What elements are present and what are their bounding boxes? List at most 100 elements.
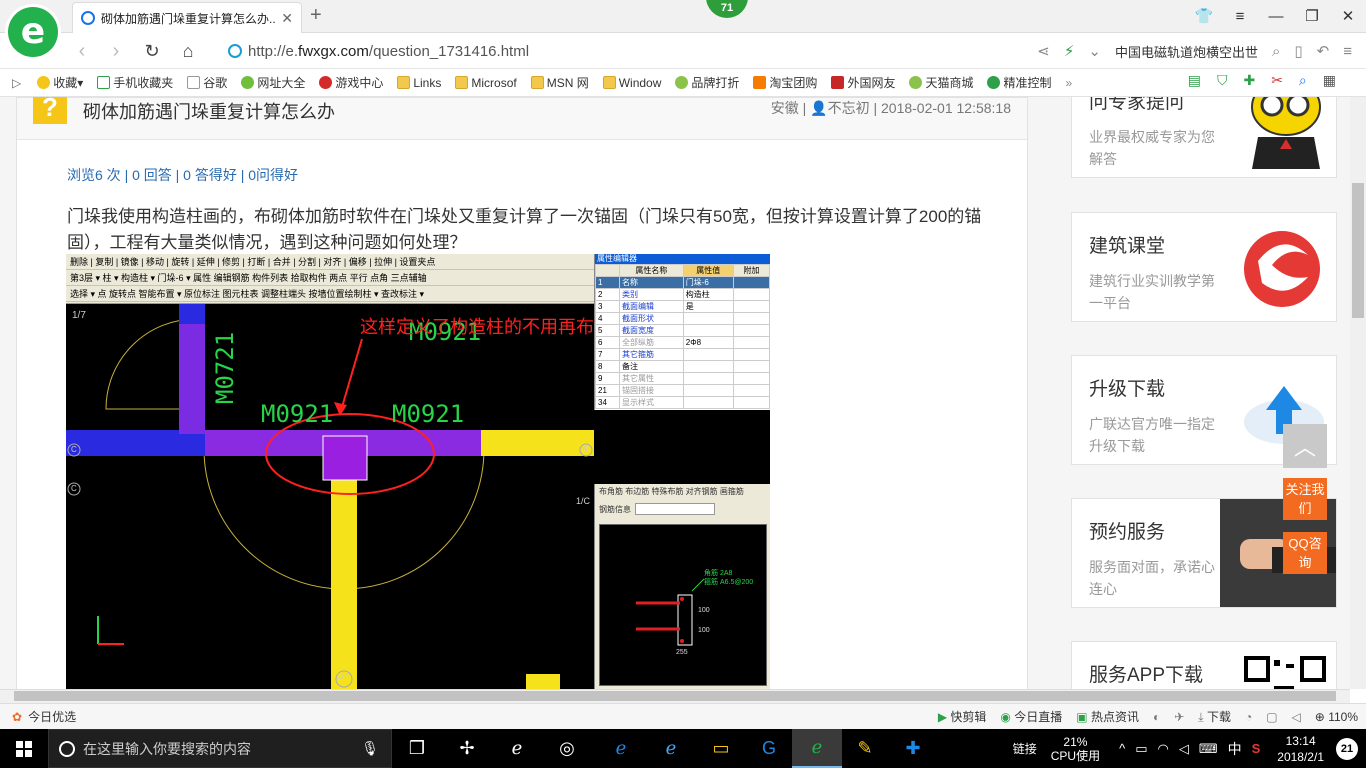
bookmark-item[interactable]: 品牌打折 xyxy=(675,74,739,91)
tab-close-icon[interactable]: ✕ xyxy=(281,10,293,27)
ie-blue-icon[interactable]: ℯ xyxy=(646,729,696,768)
more-icon[interactable]: ≡ xyxy=(1343,43,1352,60)
ime-indicator[interactable]: 中 xyxy=(1228,739,1242,759)
bookmark-item[interactable]: Microsof xyxy=(455,76,517,90)
search-icon[interactable]: ⌕ xyxy=(1272,43,1280,60)
ie-icon[interactable]: ℯ xyxy=(492,729,542,768)
table-row[interactable]: 2 类别 构造柱 xyxy=(595,288,770,301)
horizontal-scrollbar-thumb[interactable] xyxy=(14,691,1336,701)
bookmark-item[interactable]: 谷歌 xyxy=(187,74,227,91)
spiral-app-icon[interactable]: ◎ xyxy=(542,729,592,768)
shield-icon[interactable]: ⛉ xyxy=(1217,72,1228,89)
status-item[interactable]: ◉ 今日直播 xyxy=(1000,708,1062,725)
close-icon[interactable]: ✕ xyxy=(1330,0,1366,32)
bookmark-item[interactable]: Links xyxy=(397,76,441,90)
back-to-top-button[interactable]: ︿ xyxy=(1283,424,1327,468)
share-icon[interactable]: ⋖ xyxy=(1037,42,1050,60)
table-row[interactable]: 6 全部纵筋 2Φ8 xyxy=(595,336,770,349)
bookmark-item[interactable]: 外国网友 xyxy=(831,74,895,91)
home-icon[interactable]: ⌂ xyxy=(176,39,200,63)
taskbar-search-box[interactable]: 在这里输入你要搜索的内容 🎙 xyxy=(48,729,392,768)
new-tab-button[interactable]: + xyxy=(310,4,322,27)
book-icon[interactable]: ▤ xyxy=(1188,72,1201,89)
table-row[interactable]: 4 截面形状 xyxy=(595,312,770,325)
sidebar-card-expert[interactable]: 问专家提问 业界最权威专家为您解答 xyxy=(1071,97,1337,178)
bookmark-item[interactable]: 收藏 ▾ xyxy=(37,74,83,91)
task-view-icon[interactable]: ❒ xyxy=(392,729,442,768)
more-bookmarks-icon[interactable]: » xyxy=(1065,76,1072,90)
bookmark-item[interactable]: 游戏中心 xyxy=(319,74,383,91)
sidebar-toggle-icon[interactable]: ▷ xyxy=(12,76,21,90)
microphone-icon[interactable]: 🎙 xyxy=(361,740,379,757)
bookmark-item[interactable]: 天猫商城 xyxy=(909,74,973,91)
table-row[interactable]: 3 截面编辑是 xyxy=(595,300,770,313)
table-row[interactable]: 34 显示样式 xyxy=(595,396,770,409)
back-icon[interactable]: ‹ xyxy=(70,39,94,63)
table-row[interactable]: 9 其它属性 xyxy=(595,372,770,385)
action-center-badge[interactable]: 21 xyxy=(1336,737,1358,760)
volume-icon[interactable]: ◁ xyxy=(1179,741,1189,757)
tray-link-label[interactable]: 链接 xyxy=(1013,740,1037,757)
table-row[interactable]: 1 名称 门垛-6 xyxy=(595,276,770,289)
browser-taskbar-icon[interactable]: ℯ xyxy=(792,729,842,768)
edge-icon[interactable]: ℯ xyxy=(596,729,646,768)
table-row[interactable]: 5 截面宽度 xyxy=(595,324,770,337)
window-icon[interactable]: ▢ xyxy=(1266,710,1277,724)
table-row[interactable]: 8 备注 xyxy=(595,360,770,373)
zoom-level[interactable]: ⊕ 110% xyxy=(1315,710,1358,724)
wifi-icon[interactable]: ◠ xyxy=(1158,741,1169,757)
accelerate-icon[interactable]: ✈ xyxy=(1174,710,1184,724)
vertical-scrollbar-thumb[interactable] xyxy=(1352,183,1364,318)
qq-consult-button[interactable]: QQ咨询 xyxy=(1283,532,1327,574)
undo-icon[interactable]: ↶ xyxy=(1317,42,1330,60)
speed-icon[interactable]: ◐ xyxy=(1153,710,1160,724)
status-today-pick[interactable]: 今日优选 xyxy=(28,708,76,725)
notes-icon[interactable]: ✎ xyxy=(840,729,890,768)
bookmark-item[interactable]: 淘宝团购 xyxy=(753,74,817,91)
table-row[interactable]: 21 锚固搭接 xyxy=(595,384,770,397)
start-button[interactable] xyxy=(0,729,48,768)
grid-icon[interactable]: ▦ xyxy=(1323,72,1336,89)
keyboard-icon[interactable]: ⌨ xyxy=(1199,741,1218,757)
chevron-down-icon[interactable]: ⌄ xyxy=(1088,42,1101,60)
glodon-icon[interactable]: G xyxy=(744,729,794,768)
sogou-icon[interactable]: S xyxy=(1252,741,1261,756)
minimize-icon[interactable]: — xyxy=(1258,0,1294,32)
bookmark-item[interactable]: Window xyxy=(602,76,661,90)
status-item[interactable]: ▣ 热点资讯 xyxy=(1076,708,1139,725)
bookmark-item[interactable]: 精准控制 xyxy=(987,74,1051,91)
speaker-icon[interactable]: ◁ xyxy=(1292,710,1301,724)
chevron-up-icon[interactable]: ^ xyxy=(1119,741,1125,756)
browser-tab[interactable]: 砌体加筋遇门垛重复计算怎么办... ✕ xyxy=(72,2,302,33)
app-fan-icon[interactable]: ✢ xyxy=(442,729,492,768)
status-item[interactable]: ▶ 快剪辑 xyxy=(938,708,987,725)
table-row[interactable]: 7 其它箍筋 xyxy=(595,348,770,361)
bookmark-item[interactable]: 手机收藏夹 xyxy=(97,74,173,91)
bookmark-item[interactable]: 网址大全 xyxy=(241,74,305,91)
scissors-icon[interactable]: ✂ xyxy=(1271,72,1283,89)
restore-icon[interactable]: ❐ xyxy=(1294,0,1330,32)
cpu-usage[interactable]: 21% CPU使用 xyxy=(1051,735,1100,763)
question-author[interactable]: 不忘初 xyxy=(828,100,870,116)
cad-screenshot-image[interactable]: 删除 | 复制 | 镜像 | 移动 | 旋转 | 延伸 | 修剪 | 打断 | … xyxy=(66,254,770,689)
mobile-icon[interactable]: ▯ xyxy=(1294,42,1302,60)
shirt-skin-icon[interactable]: 👕 xyxy=(1186,0,1222,32)
url-field[interactable]: http://e. fwxgx.com/question_1731416.html xyxy=(228,40,529,62)
follow-us-button[interactable]: 关注我们 xyxy=(1283,478,1327,520)
sidebar-card-app[interactable]: 服务APP下载 xyxy=(1071,641,1337,689)
file-explorer-icon[interactable]: ▭ xyxy=(696,729,746,768)
search-hint[interactable]: 中国电磁轨道炮横空出世 xyxy=(1115,42,1258,61)
forward-icon[interactable]: › xyxy=(104,39,128,63)
clock[interactable]: 13:14 2018/2/1 xyxy=(1277,733,1324,765)
bookmark-item[interactable]: MSN 网 xyxy=(530,74,589,91)
browser-logo-icon[interactable]: e xyxy=(8,7,58,57)
menu-icon[interactable]: ≡ xyxy=(1222,0,1258,32)
clean-icon[interactable]: ◔ xyxy=(1245,710,1252,724)
sidebar-card-classroom[interactable]: 建筑课堂 建筑行业实训教学第一平台 xyxy=(1071,212,1337,322)
magnifier-icon[interactable]: ⌕ xyxy=(1299,72,1307,89)
refresh-icon[interactable]: ↻ xyxy=(140,39,164,63)
status-item[interactable]: ⤓ 下载 xyxy=(1198,708,1231,725)
battery-icon[interactable]: ▭ xyxy=(1135,741,1147,757)
lightning-icon[interactable]: ⚡ xyxy=(1064,42,1075,60)
translate-icon[interactable]: ✚ xyxy=(1243,72,1255,89)
